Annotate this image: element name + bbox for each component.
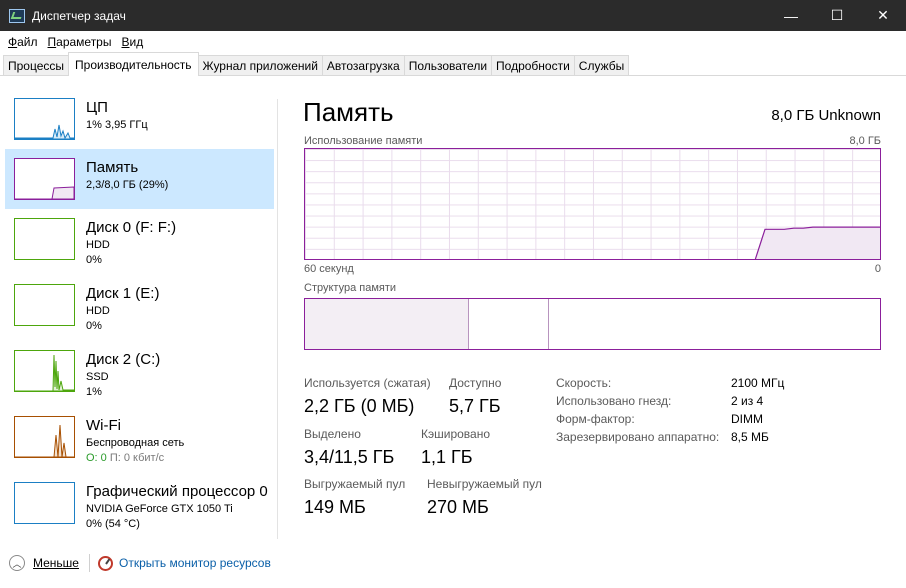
committed-value: 3,4/11,5 ГБ (304, 447, 395, 467)
sidebar-item-usage: 0% (54 °C) (86, 518, 140, 530)
fewer-details-button[interactable]: ︿ Меньше (9, 555, 79, 571)
tab-strip: Процессы Производительность Журнал прило… (0, 52, 906, 76)
x-axis-left: 60 секунд (304, 263, 354, 275)
sidebar-item-label: Диск 1 (E:) (86, 285, 160, 302)
usage-graph-max: 8,0 ГБ (849, 135, 881, 147)
sidebar-item-detail: 1% 3,95 ГГц (86, 119, 148, 131)
in-use-value: 2,2 ГБ (0 МБ) (304, 396, 415, 416)
usage-area (755, 227, 880, 259)
sidebar-divider (277, 99, 278, 539)
memory-usage-graph (304, 148, 881, 260)
tab-details[interactable]: Подробности (491, 55, 575, 75)
minimize-button[interactable]: — (768, 0, 814, 31)
memory-composition-bar (304, 298, 881, 350)
sidebar-item-disk-0[interactable]: Диск 0 (F: F:) HDD 0% (5, 209, 274, 269)
tab-startup[interactable]: Автозагрузка (321, 55, 405, 75)
available-value: 5,7 ГБ (449, 396, 501, 416)
tab-performance[interactable]: Производительность (68, 52, 199, 76)
composition-modified (469, 299, 550, 349)
form-factor-value: DIMM (731, 412, 763, 426)
sidebar-item-cpu[interactable]: ЦП 1% 3,95 ГГц (5, 89, 274, 149)
sidebar-item-label: Память (86, 159, 139, 176)
gpu-thumbnail (14, 482, 75, 524)
composition-in-use (305, 299, 469, 349)
sidebar-item-wifi[interactable]: Wi-Fi Беспроводная сеть О: 0 П: 0 кбит/с (5, 407, 274, 467)
available-label: Доступно (449, 376, 502, 390)
maximize-button[interactable]: ☐ (814, 0, 860, 31)
sidebar-item-detail: HDD (86, 305, 110, 317)
tab-services[interactable]: Службы (573, 55, 630, 75)
sidebar-item-label: Графический процессор 0 (86, 483, 268, 500)
slots-key: Использовано гнезд: (556, 394, 672, 408)
chevron-up-icon: ︿ (9, 555, 25, 571)
receive-label: П: 0 кбит/с (109, 452, 165, 464)
disk-2-thumbnail (14, 350, 75, 392)
cpu-thumbnail (14, 98, 75, 140)
hardware-reserved-key: Зарезервировано аппаратно: (556, 430, 720, 444)
sidebar-item-label: Wi-Fi (86, 417, 121, 434)
sidebar-item-label: ЦП (86, 99, 108, 116)
sidebar-item-label: Диск 0 (F: F:) (86, 219, 177, 236)
wifi-sparkline (15, 424, 74, 457)
menu-view[interactable]: Вид (116, 35, 148, 49)
nonpaged-pool-label: Невыгружаемый пул (427, 477, 542, 491)
sidebar-item-usage: О: 0 П: 0 кбит/с (86, 452, 164, 464)
fewer-details-label: Меньше (33, 556, 79, 570)
disk-1-thumbnail (14, 284, 75, 326)
paged-pool-label: Выгружаемый пул (304, 477, 406, 491)
paged-pool-value: 149 МБ (304, 497, 366, 517)
slots-value: 2 из 4 (731, 394, 764, 408)
wifi-thumbnail (14, 416, 75, 458)
sidebar-item-usage: 0% (86, 320, 102, 332)
sidebar-item-disk-1[interactable]: Диск 1 (E:) HDD 0% (5, 275, 274, 335)
menu-options[interactable]: Параметры (43, 35, 117, 49)
cached-label: Кэшировано (421, 427, 491, 441)
in-use-label: Используется (сжатая) (304, 376, 431, 390)
menu-file[interactable]: Файл (3, 35, 43, 49)
committed-label: Выделено (304, 427, 361, 441)
sidebar-item-gpu[interactable]: Графический процессор 0 NVIDIA GeForce G… (5, 473, 274, 533)
x-axis-right: 0 (874, 263, 881, 275)
sidebar-item-detail: NVIDIA GeForce GTX 1050 Ti (86, 503, 233, 515)
sidebar-item-memory[interactable]: Память 2,3/8,0 ГБ (29%) (5, 149, 274, 209)
send-label: О: 0 (86, 452, 107, 464)
sidebar-item-disk-2[interactable]: Диск 2 (C:) SSD 1% (5, 341, 274, 401)
composition-label: Структура памяти (304, 282, 397, 294)
resource-sidebar: ЦП 1% 3,95 ГГц Память 2,3/8,0 ГБ (29%) Д… (0, 77, 276, 539)
sidebar-item-detail: SSD (86, 371, 109, 383)
tab-users[interactable]: Пользователи (403, 55, 493, 75)
cached-value: 1,1 ГБ (421, 447, 473, 467)
memory-sparkline (15, 186, 74, 199)
sidebar-item-usage: 0% (86, 254, 102, 266)
sidebar-item-label: Диск 2 (C:) (86, 351, 161, 368)
sidebar-item-usage: 1% (86, 386, 102, 398)
usage-graph-label: Использование памяти (304, 135, 423, 147)
close-button[interactable]: ✕ (860, 0, 906, 31)
resource-monitor-icon (97, 555, 113, 571)
open-resource-monitor-link[interactable]: Открыть монитор ресурсов (119, 556, 271, 570)
speed-key: Скорость: (556, 376, 612, 390)
sidebar-item-detail: Беспроводная сеть (86, 437, 185, 449)
form-factor-key: Форм-фактор: (556, 412, 635, 426)
disk-2-sparkline (15, 354, 74, 391)
sidebar-item-detail: 2,3/8,0 ГБ (29%) (86, 179, 169, 191)
menu-bar: Файл Параметры Вид (0, 31, 906, 53)
window-title: Диспетчер задач (32, 8, 126, 23)
footer-bar: ︿ Меньше Открыть монитор ресурсов (0, 548, 906, 578)
memory-total: 8,0 ГБ Unknown (771, 107, 881, 124)
memory-thumbnail (14, 158, 75, 200)
task-manager-icon (9, 8, 25, 23)
nonpaged-pool-value: 270 МБ (427, 497, 489, 517)
memory-usage-line (754, 226, 880, 259)
cpu-sparkline (15, 124, 74, 139)
disk-0-thumbnail (14, 218, 75, 260)
hardware-reserved-value: 8,5 МБ (731, 430, 769, 444)
title-bar: Диспетчер задач — ☐ ✕ (0, 0, 906, 31)
page-title: Память (303, 97, 394, 127)
tab-app-history[interactable]: Журнал приложений (197, 55, 323, 75)
tab-processes[interactable]: Процессы (3, 55, 70, 75)
speed-value: 2100 МГц (731, 376, 785, 390)
sidebar-item-detail: HDD (86, 239, 110, 251)
footer-separator (88, 554, 90, 572)
